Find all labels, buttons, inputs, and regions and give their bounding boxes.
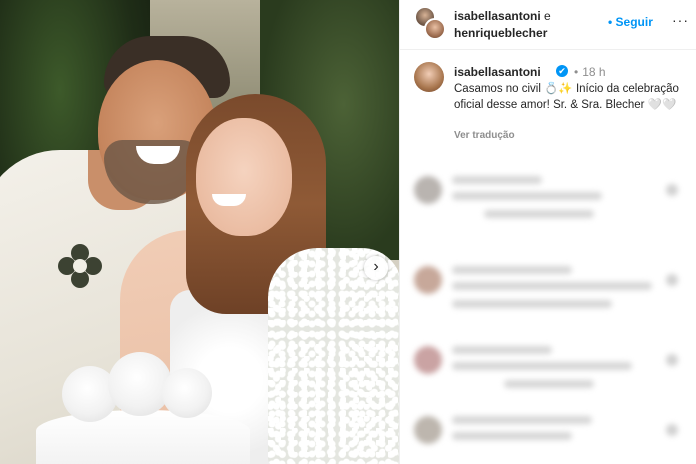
post-photo[interactable]: › xyxy=(0,0,399,464)
more-options-icon[interactable]: ··· xyxy=(672,12,689,28)
header-username-2[interactable]: henriqueblecher xyxy=(454,26,547,40)
caption-username[interactable]: isabellasantoni xyxy=(454,65,541,79)
photo-baby-breath-bouquet xyxy=(268,248,399,464)
photo-white-roses xyxy=(62,352,212,426)
comment-item xyxy=(414,170,684,230)
see-translation-link[interactable]: Ver tradução xyxy=(454,130,515,141)
caption-avatar[interactable] xyxy=(414,62,444,92)
comment-item xyxy=(414,260,684,320)
photo-shirt-flower-print xyxy=(58,244,102,288)
caption-text: Casamos no civil 💍✨ Início da celebração… xyxy=(454,83,679,111)
comment-item xyxy=(414,410,684,464)
collab-avatars[interactable] xyxy=(414,6,446,42)
collab-usernames: isabellasantoni e henriqueblecher xyxy=(454,8,551,42)
comments-list-blurred xyxy=(400,150,696,464)
time-value: 18 h xyxy=(582,65,606,79)
header-username-1[interactable]: isabellasantoni xyxy=(454,9,541,23)
follow-dot: • xyxy=(608,15,616,29)
carousel-next-icon[interactable]: › xyxy=(364,256,388,280)
follow-button[interactable]: • Seguir xyxy=(608,15,653,29)
post-header: isabellasantoni e henriqueblecher • Segu… xyxy=(400,0,696,50)
follow-label: Seguir xyxy=(615,15,653,29)
avatar-isabellasantoni[interactable] xyxy=(424,18,446,40)
comment-item xyxy=(414,340,684,400)
verified-badge-icon: ✔ xyxy=(556,65,568,77)
post-side-panel: isabellasantoni e henriqueblecher • Segu… xyxy=(399,0,696,464)
photo-bride-face xyxy=(196,118,292,236)
time-dot: • xyxy=(574,65,579,79)
caption-timestamp[interactable]: • 18 h xyxy=(574,65,606,79)
header-conjunction: e xyxy=(544,9,551,23)
